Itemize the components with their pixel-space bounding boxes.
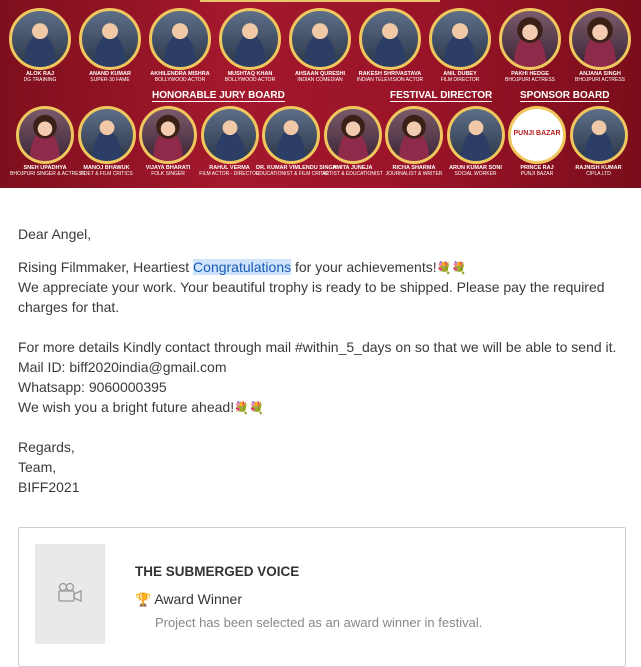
jury-member: RICHA SHARMA JOURNALIST & WRITER bbox=[379, 106, 449, 177]
greeting: Dear Angel, bbox=[18, 226, 92, 242]
jury-member: PAKHI HEDGE BHOJPURI ACTRESS bbox=[495, 8, 565, 83]
member-role: ARTIST & EDUCATIONIST bbox=[322, 171, 383, 177]
member-photo bbox=[499, 8, 561, 70]
bouquet-icon: 💐💐 bbox=[234, 401, 264, 415]
member-photo bbox=[569, 106, 628, 164]
trophy-line: We appreciate your work. Your beautiful … bbox=[18, 279, 605, 315]
member-role: BOLLYWOOD ACTOR bbox=[224, 77, 276, 83]
team: Team, bbox=[18, 459, 57, 475]
jury-member: ANJANA SINGH BHOJPURI ACTRESS bbox=[565, 8, 635, 83]
member-photo bbox=[149, 8, 211, 70]
jury-member: RAHUL VERMA FILM ACTOR - DIRECTOR bbox=[195, 106, 265, 177]
award-label: Award Winner bbox=[154, 591, 242, 607]
member-role: FILM ACTOR - DIRECTOR bbox=[199, 171, 260, 177]
jury-member: AMITA JUNEJA ARTIST & EDUCATIONIST bbox=[318, 106, 388, 177]
member-photo bbox=[77, 106, 136, 164]
jury-board-heading: HONORABLE JURY BOARD bbox=[152, 90, 285, 102]
congrats-line: Rising Filmmaker, Heartiest Congratulati… bbox=[18, 257, 467, 278]
jury-member: DR. KUMAR VIMLENDU SINGH EDUCATIONIST & F… bbox=[256, 106, 337, 177]
signature-org: BIFF2021 bbox=[18, 479, 80, 495]
festival-director-heading: FESTIVAL DIRECTOR bbox=[390, 90, 493, 102]
jury-member: RAKESH SHRIVASTAVA INDIAN TELEVISION ACTO… bbox=[355, 8, 425, 83]
member-photo bbox=[139, 106, 197, 164]
project-thumbnail[interactable] bbox=[35, 544, 105, 644]
wish-text: We wish you a bright future ahead! bbox=[18, 399, 235, 415]
member-role: PUNJI BAZAR bbox=[520, 171, 554, 177]
jury-member: MUSHTAQ KHAN BOLLYWOOD ACTOR bbox=[215, 8, 285, 83]
regards: Regards, bbox=[18, 439, 75, 455]
trophy-icon: 🏆 bbox=[135, 592, 152, 607]
member-role: FOLK SINGER bbox=[151, 171, 185, 177]
jury-member: VIJAYA BHARATI FOLK SINGER bbox=[133, 106, 203, 177]
mail-id: Mail ID: biff2020india@gmail.com bbox=[18, 359, 227, 375]
jury-member: RAJNISH KUMAR CIPLA LTD bbox=[564, 106, 634, 177]
member-photo bbox=[446, 106, 505, 164]
congrats-text: Rising Filmmaker, Heartiest bbox=[18, 259, 194, 275]
member-photo bbox=[569, 8, 631, 70]
punji-bazar-logo: PUNJI BAZAR bbox=[513, 129, 561, 137]
congratulations-highlight[interactable]: Congratulations bbox=[193, 259, 292, 275]
contact-line: For more details Kindly contact through … bbox=[18, 339, 617, 355]
jury-member: AHSAAN QURESHI INDIAN COMEDIAN bbox=[285, 8, 355, 83]
jury-member: ARUN KUMAR SONI SOCIAL WORKER bbox=[441, 106, 511, 177]
member-role: POET & FILM CRITICS bbox=[80, 171, 133, 177]
member-role: BOLLYWOOD ACTOR bbox=[154, 77, 206, 83]
member-photo bbox=[262, 106, 320, 164]
award-description: Project has been selected as an award wi… bbox=[155, 615, 483, 630]
project-card[interactable]: THE SUBMERGED VOICE 🏆 Award Winner Proje… bbox=[18, 527, 626, 667]
award-status: 🏆 Award Winner bbox=[135, 591, 242, 608]
member-role: BHOJPURI ACTRESS bbox=[504, 77, 555, 83]
member-role: JOURNALIST & WRITER bbox=[385, 171, 443, 177]
member-photo: PUNJI BAZAR bbox=[508, 106, 566, 164]
member-photo bbox=[323, 106, 382, 164]
jury-member: AKHILENDRA MISHRA BOLLYWOOD ACTOR bbox=[145, 8, 215, 83]
congrats-text-end: for your achievements! bbox=[291, 259, 437, 275]
member-photo bbox=[359, 8, 421, 70]
jury-member: ANIL DUBEY FILM DIRECTOR bbox=[425, 8, 495, 83]
member-photo bbox=[9, 8, 71, 70]
member-role: SOCIAL WORKER bbox=[454, 171, 497, 177]
member-photo bbox=[16, 106, 74, 164]
jury-member: PUNJI BAZAR PRINCE RAJ PUNJI BAZAR bbox=[502, 106, 572, 177]
member-photo bbox=[200, 106, 259, 164]
sponsor-board-heading: SPONSOR BOARD bbox=[520, 90, 610, 102]
member-role: SUPER-30 FAME bbox=[90, 77, 130, 83]
member-role: EDUCATIONIST & FILM CRITIC bbox=[256, 171, 329, 177]
member-role: INDIAN TELEVISION ACTOR bbox=[356, 77, 424, 83]
member-photo bbox=[79, 8, 141, 70]
member-role: INDIAN COMEDIAN bbox=[297, 77, 343, 83]
jury-member: SNEH UPADHYA BHOJPURI SINGER & ACTRESS bbox=[10, 106, 86, 177]
video-camera-icon bbox=[57, 582, 83, 609]
whatsapp-number: Whatsapp: 9060000395 bbox=[18, 379, 167, 395]
jury-banner-image: ALOK RAJ DG TRAINING ANAND KUMAR SUPER-30 F… bbox=[0, 0, 641, 188]
member-role: CIPLA LTD bbox=[586, 171, 611, 177]
jury-member: MANOJ BHAWUK POET & FILM CRITICS bbox=[72, 106, 142, 177]
project-title[interactable]: THE SUBMERGED VOICE bbox=[135, 564, 299, 579]
jury-member: ALOK RAJ DG TRAINING bbox=[5, 8, 75, 83]
wish-line: We wish you a bright future ahead!💐💐 bbox=[18, 397, 264, 418]
member-role: BHOJPURI SINGER & ACTRESS bbox=[10, 171, 86, 177]
member-role: DG TRAINING bbox=[23, 77, 57, 83]
banner-accent-line bbox=[200, 0, 440, 2]
jury-member: ANAND KUMAR SUPER-30 FAME bbox=[75, 8, 145, 83]
member-photo bbox=[429, 8, 491, 70]
member-role: FILM DIRECTOR bbox=[440, 77, 480, 83]
member-photo bbox=[219, 8, 281, 70]
member-photo bbox=[385, 106, 443, 164]
member-photo bbox=[289, 8, 351, 70]
bouquet-icon: 💐💐 bbox=[436, 261, 467, 275]
member-role: BHOJPURI ACTRESS bbox=[574, 77, 625, 83]
